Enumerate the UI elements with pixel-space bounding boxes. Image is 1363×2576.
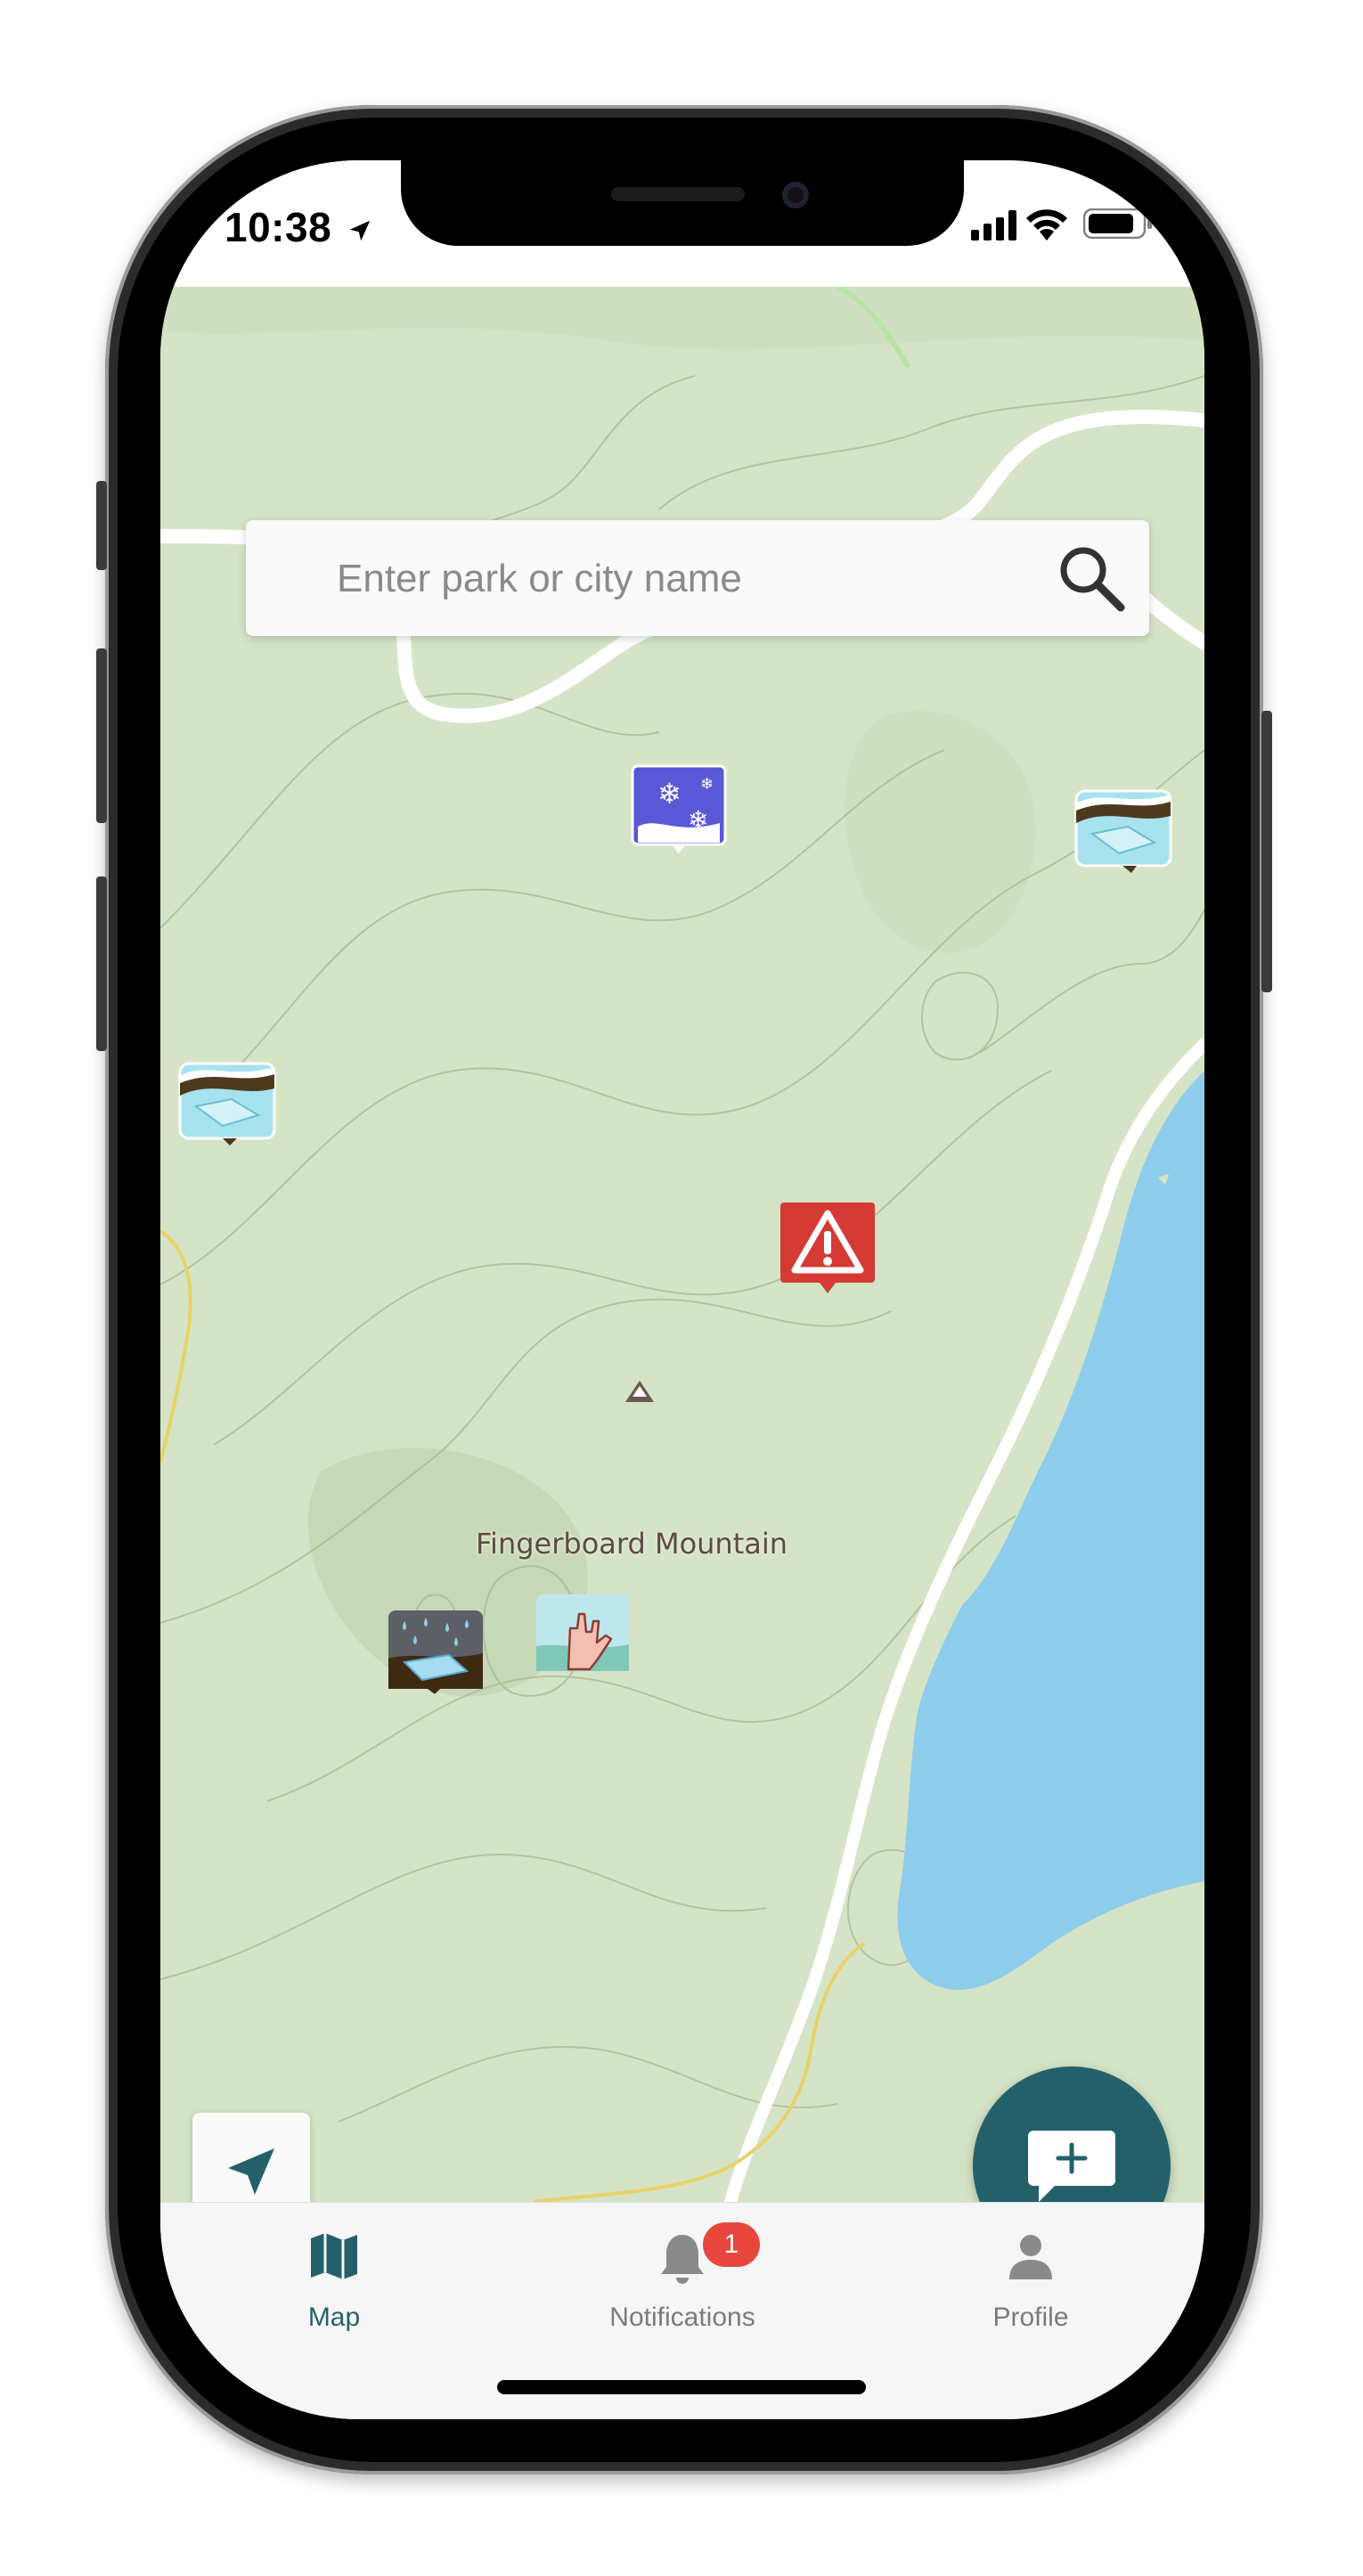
tab-notifications-label: Notifications bbox=[609, 2303, 755, 2332]
svg-text:❄: ❄ bbox=[688, 805, 708, 835]
tab-profile[interactable]: Profile bbox=[857, 2203, 1204, 2345]
search-icon[interactable] bbox=[1055, 542, 1130, 616]
volume-up-button bbox=[96, 648, 107, 823]
front-camera bbox=[782, 182, 809, 208]
tab-notifications[interactable]: 1 Notifications bbox=[509, 2203, 856, 2345]
volume-down-button bbox=[96, 876, 107, 1051]
power-button bbox=[1261, 711, 1272, 992]
status-time: 10:38 bbox=[224, 203, 373, 251]
svg-text:❄: ❄ bbox=[657, 777, 682, 811]
search-input[interactable] bbox=[335, 545, 1033, 613]
cellular-signal-icon bbox=[971, 210, 1016, 240]
speaker bbox=[611, 187, 745, 201]
tab-map-label: Map bbox=[307, 2303, 361, 2332]
svg-text:❄: ❄ bbox=[700, 775, 714, 794]
tab-profile-label: Profile bbox=[992, 2303, 1069, 2332]
map-icon bbox=[311, 2233, 357, 2279]
search-bar bbox=[246, 520, 1149, 636]
map-view[interactable]: ❄ ❄ ❄ Fingerboard Mountain Enter park or… bbox=[160, 287, 1204, 2202]
navigation-arrow-icon bbox=[228, 2148, 274, 2195]
snow-condition-marker[interactable]: ❄ ❄ ❄ bbox=[631, 764, 727, 855]
battery-icon bbox=[1083, 208, 1152, 239]
rain-condition-marker[interactable] bbox=[387, 1609, 485, 1694]
hazard-warning-marker[interactable] bbox=[779, 1201, 877, 1295]
ice-condition-marker[interactable] bbox=[178, 1062, 276, 1147]
status-bar: 10:38 bbox=[160, 160, 1204, 287]
wifi-icon bbox=[1026, 209, 1067, 240]
screen: 10:38 ❄ ❄ ❄ Fingerboard Mountain Enter p… bbox=[160, 160, 1204, 2419]
tab-map[interactable]: Map bbox=[160, 2203, 508, 2345]
location-arrow-icon bbox=[350, 220, 371, 241]
hand-gesture-report-marker[interactable] bbox=[535, 1593, 631, 1675]
home-indicator bbox=[497, 2380, 866, 2394]
add-comment-icon bbox=[1028, 2131, 1115, 2202]
person-icon bbox=[1009, 2235, 1052, 2279]
notification-badge: 1 bbox=[703, 2222, 760, 2267]
ice-condition-marker[interactable] bbox=[1074, 789, 1172, 875]
peak-label: Fingerboard Mountain bbox=[475, 1527, 788, 1561]
notch bbox=[401, 160, 964, 246]
side-button bbox=[96, 481, 107, 570]
bell-icon bbox=[661, 2235, 704, 2284]
locate-me-button[interactable] bbox=[192, 2113, 310, 2202]
